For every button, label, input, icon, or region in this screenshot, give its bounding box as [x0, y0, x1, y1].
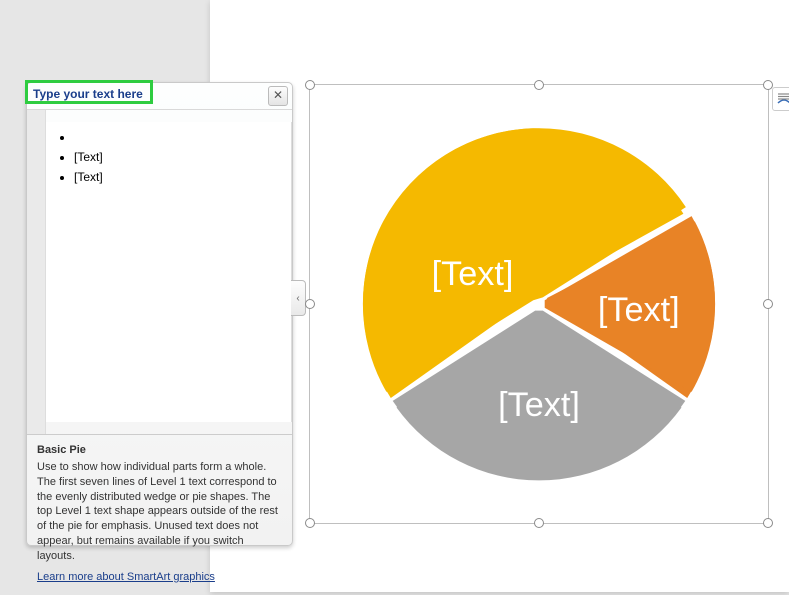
text-pane-header: Type your text here ✕: [27, 83, 292, 110]
close-button[interactable]: ✕: [268, 86, 288, 106]
resize-handle[interactable]: [534, 518, 544, 528]
close-icon: ✕: [273, 88, 283, 102]
desc-title: Basic Pie: [37, 443, 282, 458]
desc-body: Use to show how individual parts form a …: [37, 460, 282, 564]
text-pane-list[interactable]: [Text] [Text]: [46, 122, 292, 422]
list-item[interactable]: [Text]: [74, 170, 281, 184]
resize-handle[interactable]: [534, 80, 544, 90]
resize-handle[interactable]: [763, 518, 773, 528]
slice-label: [Text]: [498, 386, 580, 424]
list-item[interactable]: [74, 130, 281, 144]
learn-more-link[interactable]: Learn more about SmartArt graphics: [37, 571, 215, 583]
smartart-selection-frame[interactable]: [Text] [Text] [Text] [Text] [Text]: [309, 84, 769, 524]
smartart-text-pane: Type your text here ✕ [Text] [Text] Basi…: [26, 82, 293, 546]
list-item[interactable]: [Text]: [74, 150, 281, 164]
text-pane-body: [Text] [Text]: [27, 110, 292, 434]
text-pane-description: Basic Pie Use to show how individual par…: [27, 434, 292, 595]
resize-handle[interactable]: [305, 80, 315, 90]
slice-label: [Text]: [432, 255, 514, 293]
layout-options-button[interactable]: [772, 87, 789, 111]
layout-options-icon: [776, 91, 789, 107]
resize-handle[interactable]: [305, 518, 315, 528]
slice-label: [Text]: [598, 291, 680, 329]
smartart-pie[interactable]: [Text] [Text] [Text] [Text] [Text]: [349, 114, 729, 494]
text-pane-title: Type your text here: [33, 87, 143, 101]
text-pane-collapse-button[interactable]: ‹: [291, 280, 306, 316]
text-pane-thumbstrip: [27, 110, 46, 434]
resize-handle[interactable]: [763, 299, 773, 309]
resize-handle[interactable]: [305, 299, 315, 309]
chevron-left-icon: ‹: [296, 293, 299, 304]
